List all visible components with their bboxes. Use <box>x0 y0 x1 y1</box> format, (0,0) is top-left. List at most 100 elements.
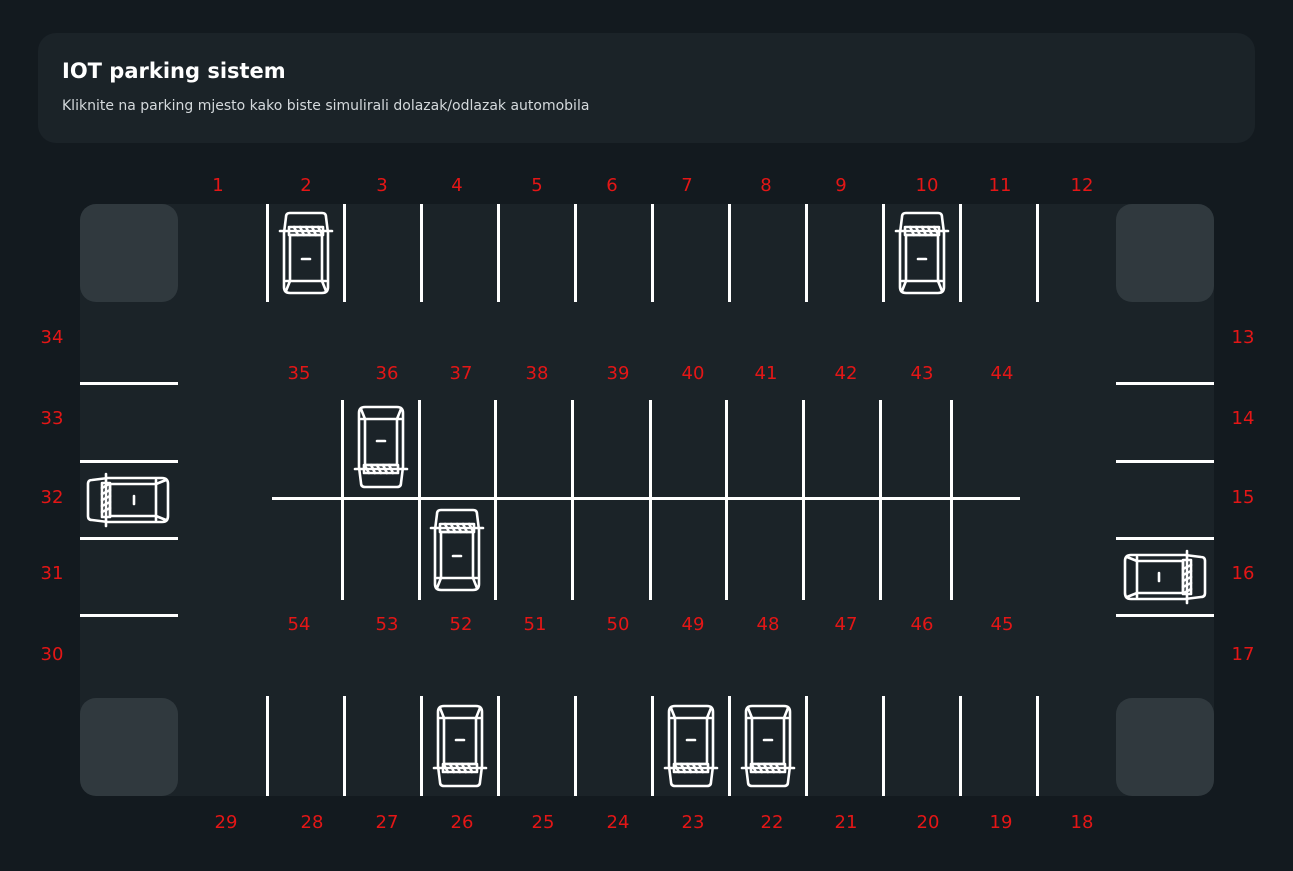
spot-number: 8 <box>760 175 772 196</box>
spot-number: 45 <box>990 614 1014 635</box>
spot-number: 21 <box>834 812 858 833</box>
spot-number: 47 <box>834 614 858 635</box>
spot-number: 20 <box>916 812 940 833</box>
lane-line <box>882 204 885 302</box>
spot-number: 18 <box>1070 812 1094 833</box>
spot-number: 15 <box>1231 487 1255 508</box>
parking-spot-49[interactable] <box>650 500 726 600</box>
parking-spot-54[interactable] <box>272 500 342 600</box>
car-icon <box>86 472 170 527</box>
parking-spot-8[interactable] <box>729 204 806 302</box>
spot-number: 2 <box>300 175 312 196</box>
spot-number: 50 <box>606 614 630 635</box>
parking-spot-12[interactable] <box>1037 204 1110 302</box>
parking-spot-14[interactable] <box>1116 383 1214 461</box>
parking-spot-31[interactable] <box>80 538 178 615</box>
car-icon <box>278 211 333 295</box>
lane-line <box>80 460 178 463</box>
spot-number: 17 <box>1231 644 1255 665</box>
parking-spot-7[interactable] <box>652 204 729 302</box>
parking-spot-41[interactable] <box>726 400 803 498</box>
corner-block <box>80 698 178 796</box>
parking-spot-20[interactable] <box>883 696 960 796</box>
spot-number: 32 <box>40 487 64 508</box>
parking-spot-25[interactable] <box>498 696 575 796</box>
spot-number: 40 <box>681 363 705 384</box>
parking-spot-44[interactable] <box>951 400 1020 498</box>
lane-line <box>959 696 962 796</box>
parking-spot-4[interactable] <box>421 204 498 302</box>
lane-line <box>882 696 885 796</box>
lane-line <box>80 382 178 385</box>
spot-number: 16 <box>1231 563 1255 584</box>
spot-number: 48 <box>756 614 780 635</box>
spot-number: 52 <box>449 614 473 635</box>
spot-number: 49 <box>681 614 705 635</box>
page-title: IOT parking sistem <box>62 59 286 83</box>
parking-spot-51[interactable] <box>495 500 572 600</box>
parking-spot-50[interactable] <box>572 500 650 600</box>
parking-spot-1[interactable] <box>190 204 267 302</box>
parking-spot-33[interactable] <box>80 383 178 461</box>
parking-spot-45[interactable] <box>951 500 1020 600</box>
parking-spot-3[interactable] <box>344 204 421 302</box>
lane-line <box>420 696 423 796</box>
lane-line <box>266 204 269 302</box>
parking-spot-21[interactable] <box>806 696 883 796</box>
car-icon <box>1123 549 1207 604</box>
parking-spot-34[interactable] <box>80 304 178 383</box>
lane-line <box>266 696 269 796</box>
parking-spot-5[interactable] <box>498 204 575 302</box>
parking-spot-11[interactable] <box>960 204 1037 302</box>
spot-number: 4 <box>451 175 463 196</box>
parking-spot-38[interactable] <box>495 400 572 498</box>
parking-spot-18[interactable] <box>1037 696 1110 796</box>
parking-spot-15[interactable] <box>1116 461 1214 538</box>
parking-spot-53[interactable] <box>342 500 419 600</box>
spot-number: 33 <box>40 408 64 429</box>
spot-number: 41 <box>754 363 778 384</box>
spot-number: 51 <box>523 614 547 635</box>
spot-number: 3 <box>376 175 388 196</box>
lane-line <box>805 204 808 302</box>
spot-number: 31 <box>40 563 64 584</box>
parking-spot-6[interactable] <box>575 204 652 302</box>
spot-number: 25 <box>531 812 555 833</box>
spot-number: 46 <box>910 614 934 635</box>
spot-number: 11 <box>988 175 1012 196</box>
lane-line <box>1036 204 1039 302</box>
lane-line <box>574 696 577 796</box>
parking-spot-17[interactable] <box>1116 615 1214 696</box>
parking-spot-42[interactable] <box>803 400 880 498</box>
parking-spot-19[interactable] <box>960 696 1037 796</box>
parking-spot-48[interactable] <box>726 500 803 600</box>
lane-line <box>574 204 577 302</box>
parking-spot-39[interactable] <box>572 400 650 498</box>
lane-line <box>959 204 962 302</box>
parking-spot-9[interactable] <box>806 204 883 302</box>
parking-spot-47[interactable] <box>803 500 880 600</box>
parking-spot-27[interactable] <box>344 696 421 796</box>
parking-spot-35[interactable] <box>272 400 342 498</box>
spot-number: 23 <box>681 812 705 833</box>
parking-spot-46[interactable] <box>880 500 951 600</box>
lane-line <box>728 696 731 796</box>
spot-number: 43 <box>910 363 934 384</box>
parking-spot-28[interactable] <box>267 696 344 796</box>
spot-number: 5 <box>531 175 543 196</box>
parking-spot-29[interactable] <box>190 696 267 796</box>
header-card: IOT parking sistem Kliknite na parking m… <box>38 33 1255 143</box>
lane-line <box>651 204 654 302</box>
parking-spot-13[interactable] <box>1116 304 1214 383</box>
parking-spot-43[interactable] <box>880 400 951 498</box>
parking-spot-37[interactable] <box>419 400 495 498</box>
lane-line <box>1116 537 1214 540</box>
parking-spot-40[interactable] <box>650 400 726 498</box>
spot-number: 42 <box>834 363 858 384</box>
corner-block <box>80 204 178 302</box>
spot-number: 14 <box>1231 408 1255 429</box>
parking-spot-30[interactable] <box>80 615 178 696</box>
spot-number: 19 <box>989 812 1013 833</box>
spot-number: 12 <box>1070 175 1094 196</box>
parking-spot-24[interactable] <box>575 696 652 796</box>
